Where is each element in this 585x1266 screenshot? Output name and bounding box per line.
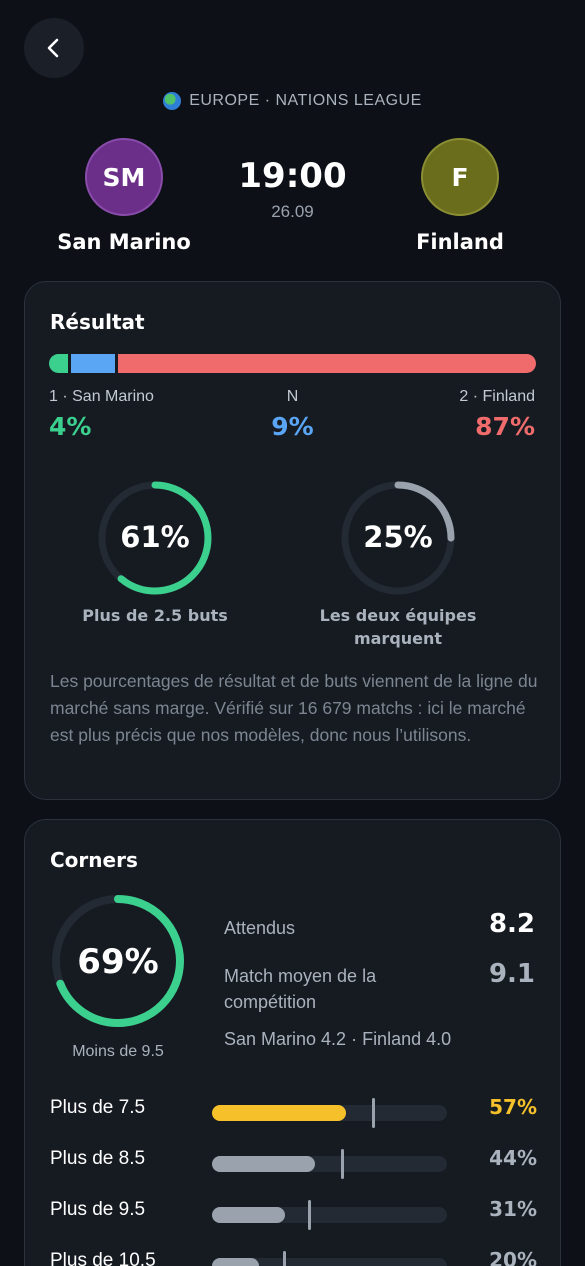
corner-line-label: Plus de 10.5 [50, 1250, 156, 1266]
back-button[interactable] [24, 18, 84, 78]
over-2-5-goals: 61% Plus de 2.5 buts [75, 478, 235, 627]
away-team-badge: F [421, 138, 499, 216]
corners-ring-label: Moins de 9.5 [72, 1043, 164, 1060]
chevron-left-icon [47, 38, 59, 58]
corner-line-row: Plus de 8.5 44% [50, 1146, 537, 1179]
home-win-segment [49, 354, 69, 373]
both-teams-score: 25% Les deux équipes marquent [308, 478, 488, 650]
corner-line-row: Plus de 9.5 31% [50, 1197, 537, 1230]
expected-corners-value: 8.2 [488, 909, 535, 939]
away-win-segment [118, 354, 536, 373]
corner-line-fill [212, 1105, 346, 1121]
result-card: Résultat 1 · San Marino N 2 · Finland 4%… [24, 281, 561, 800]
corner-line-label: Plus de 7.5 [50, 1097, 146, 1118]
competition-average-marker [371, 1098, 375, 1128]
result-note: Les pourcentages de résultat et de buts … [50, 671, 538, 745]
corner-line-fill [212, 1156, 316, 1172]
over-2-5-pct: 61% [120, 520, 190, 554]
expected-corners-label: Attendus [224, 918, 296, 938]
globe-icon [163, 92, 182, 110]
competition-average-label: Match moyen de la compétition [224, 966, 377, 1012]
corner-line-row: Plus de 7.5 57% [50, 1095, 537, 1128]
corner-line-track [212, 1098, 447, 1128]
corners-ring-pct: 69% [77, 942, 159, 982]
competition-average-marker [341, 1149, 345, 1179]
corner-line-pct: 57% [489, 1095, 537, 1119]
corner-line-pct: 20% [489, 1248, 537, 1266]
corner-line-track [212, 1149, 447, 1179]
corner-line-label: Plus de 9.5 [50, 1199, 146, 1220]
corners-title: Corners [50, 848, 138, 872]
corners-under-9-5: 69% Moins de 9.5 [49, 892, 187, 1063]
corners-card: Corners 69% Moins de 9.5 Attendus 8.2 Ma… [24, 819, 561, 1266]
result-probability-bar [49, 354, 536, 373]
btts-label-line1: Les deux équipes [319, 606, 477, 625]
away-win-label: 2 · Finland [459, 388, 535, 405]
btts-label: Les deux équipes marquent [308, 604, 488, 650]
over-2-5-label: Plus de 2.5 buts [82, 606, 228, 625]
corner-line-label: Plus de 8.5 [50, 1148, 146, 1169]
competition-average-value: 9.1 [488, 959, 535, 989]
home-team-name: San Marino [57, 230, 191, 254]
btts-pct: 25% [363, 520, 433, 554]
team-corners-split: San Marino 4.2 · Finland 4.0 [224, 1029, 452, 1049]
corner-line-fill [212, 1258, 259, 1266]
competition-name: EUROPE · NATIONS LEAGUE [189, 92, 422, 109]
corner-line-track [212, 1200, 447, 1230]
corner-line-track [212, 1251, 447, 1266]
corner-line-pct: 31% [489, 1197, 537, 1221]
result-title: Résultat [50, 310, 145, 334]
corner-line-row: Plus de 10.5 20% [50, 1248, 537, 1266]
corner-line-fill [212, 1207, 285, 1223]
away-team[interactable]: F Finland [370, 138, 550, 254]
away-team-name: Finland [416, 230, 504, 254]
competition-header: EUROPE · NATIONS LEAGUE [0, 92, 585, 110]
away-win-pct: 87% [475, 412, 535, 441]
competition-average-marker [282, 1251, 286, 1266]
btts-label-line2: marquent [353, 629, 443, 648]
draw-segment [71, 354, 116, 373]
corner-line-pct: 44% [489, 1146, 537, 1170]
competition-average-marker [308, 1200, 312, 1230]
